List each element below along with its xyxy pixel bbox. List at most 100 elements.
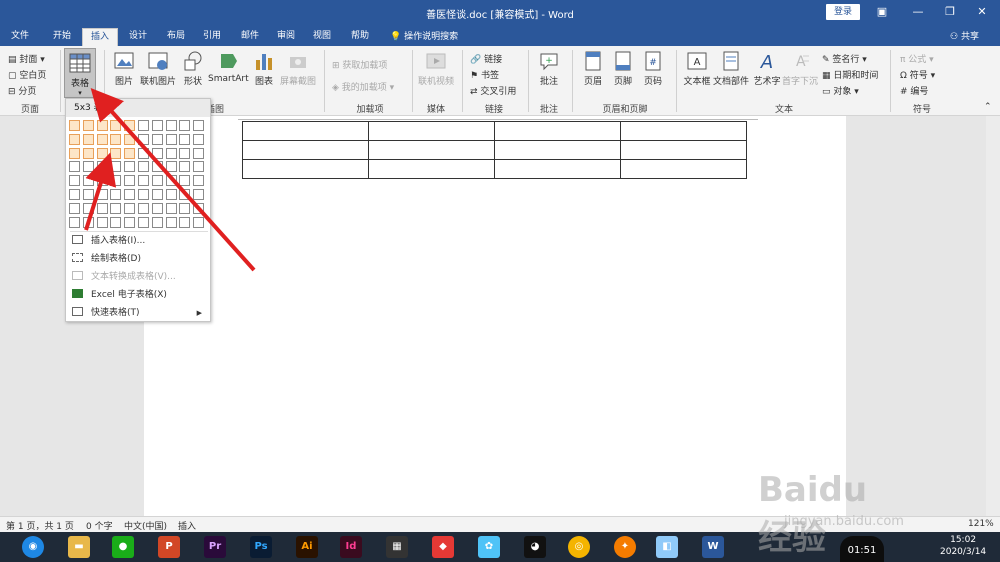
table-cell[interactable] [494, 140, 621, 160]
grid-cell[interactable] [193, 189, 205, 200]
header-button[interactable]: 页眉 [580, 50, 606, 87]
grid-cell[interactable] [179, 120, 191, 131]
grid-cell[interactable] [82, 161, 94, 173]
page-number-button[interactable]: # 页码 [640, 50, 666, 87]
grid-cell[interactable] [165, 133, 177, 145]
table-cell[interactable] [368, 140, 495, 160]
tab-design[interactable]: 设计 [120, 28, 156, 46]
maximize-icon[interactable]: ❐ [940, 4, 960, 20]
qq-icon[interactable]: ◕ [524, 536, 546, 558]
table-cell[interactable] [494, 159, 621, 179]
comment-button[interactable]: + 批注 [534, 50, 564, 87]
grid-cell[interactable] [151, 147, 163, 159]
table-cell[interactable] [242, 140, 369, 160]
grid-cell[interactable] [96, 216, 108, 228]
grid-cell[interactable] [124, 202, 136, 214]
powerpoint-icon[interactable]: P [158, 536, 180, 558]
tab-mailings[interactable]: 邮件 [232, 28, 268, 46]
vertical-scrollbar[interactable] [986, 116, 1000, 516]
minimize-icon[interactable]: — [908, 4, 928, 20]
grid-cell[interactable] [69, 147, 80, 159]
grid-cell[interactable] [179, 189, 191, 200]
tab-layout[interactable]: 布局 [158, 28, 194, 46]
premiere-icon[interactable]: Pr [204, 536, 226, 558]
indesign-icon[interactable]: Id [340, 536, 362, 558]
grid-cell[interactable] [96, 202, 108, 214]
tab-home[interactable]: 开始 [44, 28, 80, 46]
tab-insert[interactable]: 插入 [82, 28, 118, 46]
table-button[interactable]: 表格 ▾ [64, 48, 96, 98]
my-addins-button[interactable]: ◈ 我的加载项 ▾ [332, 80, 394, 93]
share-button[interactable]: ⚇ 共享 [950, 29, 979, 42]
grid-cell[interactable] [179, 175, 191, 187]
grid-cell[interactable] [82, 189, 94, 200]
word-icon[interactable]: W [702, 536, 724, 558]
grid-cell[interactable] [193, 161, 205, 173]
file-explorer-icon[interactable]: ▬ [68, 536, 90, 558]
link-button[interactable]: 🔗 链接 [470, 52, 502, 65]
grid-cell[interactable] [110, 189, 122, 200]
grid-cell[interactable] [165, 161, 177, 173]
login-button[interactable]: 登录 [826, 4, 861, 20]
grid-cell[interactable] [69, 202, 80, 214]
app-icon[interactable]: ◆ [432, 536, 454, 558]
grid-cell[interactable] [138, 175, 149, 187]
grid-cell[interactable] [138, 161, 149, 173]
table-cell[interactable] [242, 121, 369, 141]
grid-cell[interactable] [193, 120, 205, 131]
shapes-button[interactable]: 形状 [180, 50, 206, 87]
grid-cell[interactable] [82, 175, 94, 187]
grid-cell[interactable] [138, 189, 149, 200]
table-cell[interactable] [368, 121, 495, 141]
grid-cell[interactable] [193, 133, 205, 145]
cover-page-button[interactable]: ▤ 封面 ▾ [8, 52, 45, 65]
table-cell[interactable] [242, 159, 369, 179]
number-button[interactable]: # 编号 [900, 84, 928, 97]
grid-cell[interactable] [179, 147, 191, 159]
document-page[interactable] [144, 116, 846, 516]
grid-cell[interactable] [110, 175, 122, 187]
wordart-button[interactable]: A 艺术字 [752, 50, 782, 87]
grid-cell[interactable] [110, 161, 122, 173]
illustrator-icon[interactable]: Ai [296, 536, 318, 558]
table-cell[interactable] [368, 159, 495, 179]
grid-cell[interactable] [82, 120, 94, 131]
app-icon[interactable]: ✿ [478, 536, 500, 558]
grid-cell[interactable] [69, 175, 80, 187]
chart-button[interactable]: 图表 [252, 50, 276, 87]
tell-me-search[interactable]: 💡 操作说明搜索 [390, 29, 458, 42]
table-cell[interactable] [494, 121, 621, 141]
tab-file[interactable]: 文件 [4, 28, 36, 46]
grid-cell[interactable] [96, 120, 108, 131]
grid-cell[interactable] [179, 133, 191, 145]
grid-cell[interactable] [151, 216, 163, 228]
grid-cell[interactable] [96, 161, 108, 173]
textbox-button[interactable]: A 文本框 [682, 50, 712, 87]
grid-cell[interactable] [124, 133, 136, 145]
grid-cell[interactable] [165, 175, 177, 187]
menu-item-draw-table[interactable]: 绘制表格(D) [70, 251, 208, 268]
grid-cell[interactable] [124, 189, 136, 200]
grid-cell[interactable] [82, 216, 94, 228]
grid-cell[interactable] [82, 147, 94, 159]
date-time-button[interactable]: ▦ 日期和时间 [822, 68, 878, 81]
grid-cell[interactable] [110, 202, 122, 214]
menu-item-excel-spreadsheet[interactable]: Excel 电子表格(X) [70, 287, 208, 304]
menu-item-convert-text[interactable]: 文本转换成表格(V)... [70, 269, 208, 286]
table-cell[interactable] [620, 159, 747, 179]
tab-references[interactable]: 引用 [194, 28, 230, 46]
grid-cell[interactable] [69, 133, 80, 145]
grid-cell[interactable] [151, 202, 163, 214]
grid-cell[interactable] [165, 147, 177, 159]
picture-button[interactable]: 图片 [110, 50, 138, 87]
tab-help[interactable]: 帮助 [340, 28, 380, 46]
grid-cell[interactable] [193, 216, 205, 228]
drop-cap-button[interactable]: A 首字下沉 [782, 50, 818, 87]
grid-cell[interactable] [96, 175, 108, 187]
word-count[interactable]: 0 个字 [86, 519, 113, 532]
grid-cell[interactable] [96, 133, 108, 145]
grid-cell[interactable] [82, 202, 94, 214]
tab-view[interactable]: 视图 [304, 28, 340, 46]
quick-parts-button[interactable]: 文档部件 [712, 50, 750, 87]
wechat-icon[interactable]: ● [112, 536, 134, 558]
